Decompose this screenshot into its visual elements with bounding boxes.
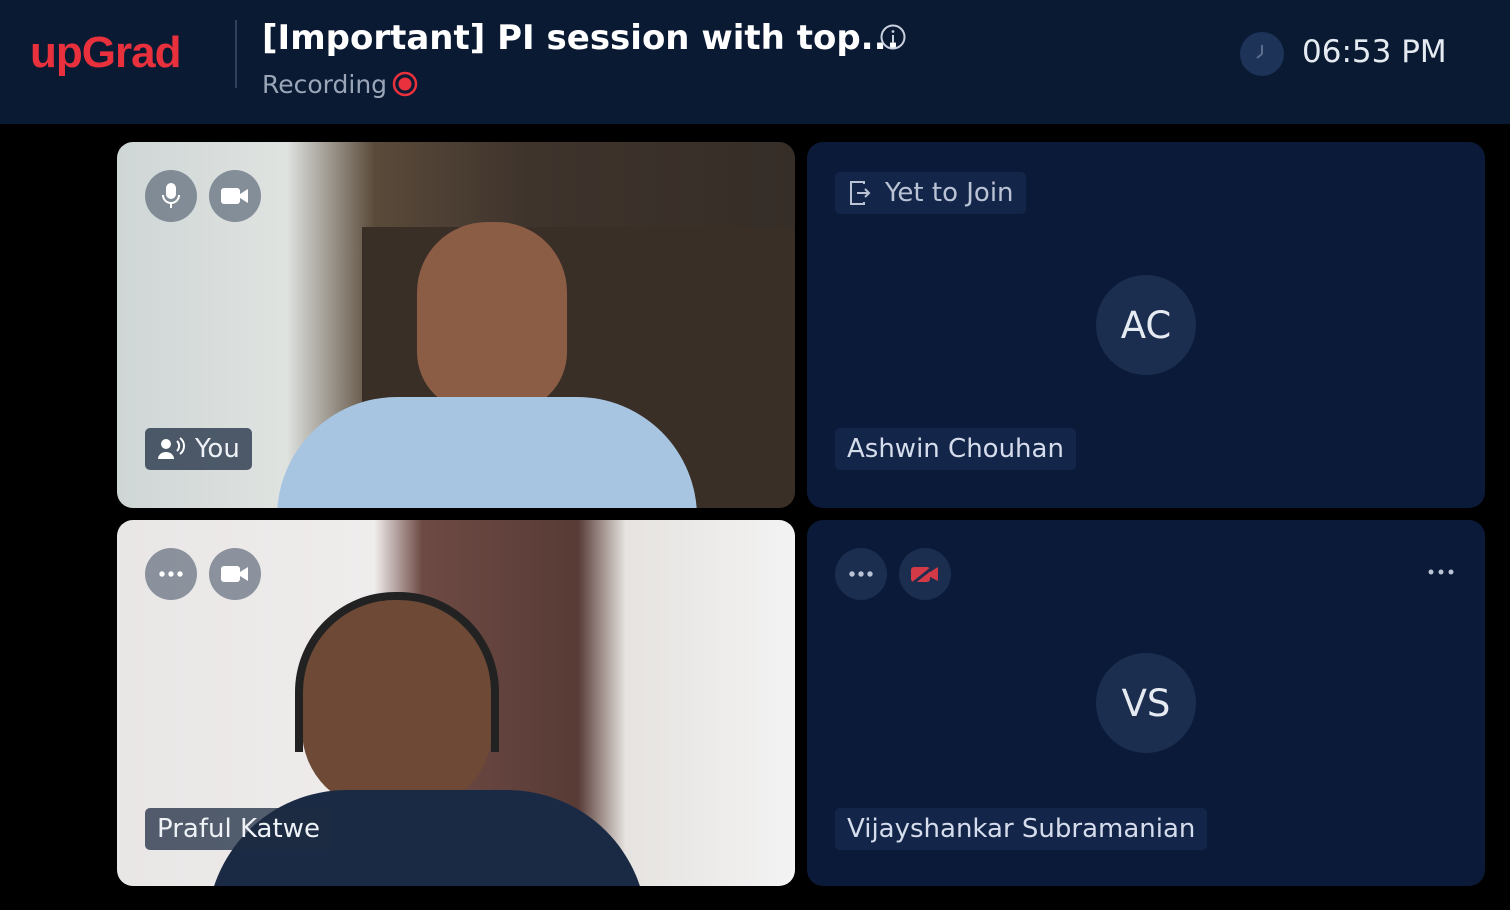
yet-to-join-badge: Yet to Join <box>835 172 1026 214</box>
top-bar: upGrad [Important] PI session with top..… <box>0 0 1510 124</box>
more-options-button[interactable] <box>835 548 887 600</box>
camera-off-icon <box>911 562 938 586</box>
clock-icon <box>1240 32 1284 76</box>
header-divider <box>235 20 237 88</box>
participant-name-vijayshankar: Vijayshankar Subramanian <box>835 808 1208 850</box>
info-icon[interactable] <box>880 24 906 50</box>
mic-button[interactable] <box>145 170 197 222</box>
yet-to-join-label: Yet to Join <box>885 178 1014 208</box>
participant-shirt <box>277 397 697 508</box>
participant-name-you: You <box>195 434 240 464</box>
participant-name-ashwin: Ashwin Chouhan <box>835 428 1076 470</box>
camera-off-button[interactable] <box>899 548 951 600</box>
participant-tile-ashwin[interactable]: Yet to Join AC Ashwin Chouhan <box>807 142 1485 508</box>
current-time: 06:53 PM <box>1302 34 1447 70</box>
recording-label: Recording <box>262 70 388 99</box>
camera-button[interactable] <box>209 548 261 600</box>
session-title: [Important] PI session with top... <box>262 18 900 58</box>
participant-tile-praful[interactable]: Praful Katwe <box>117 520 795 886</box>
tile-menu-icon[interactable] <box>1427 550 1455 583</box>
more-icon <box>159 571 183 577</box>
upgrad-logo: upGrad <box>30 28 181 77</box>
mic-icon <box>162 183 180 208</box>
participant-name-praful: Praful Katwe <box>145 808 332 850</box>
participant-tile-you[interactable]: You <box>117 142 795 508</box>
headset <box>295 592 499 752</box>
camera-icon <box>221 188 248 204</box>
camera-button[interactable] <box>209 170 261 222</box>
participant-tile-vijayshankar[interactable]: VS Vijayshankar Subramanian <box>807 520 1485 886</box>
participant-video-figure <box>417 222 567 412</box>
more-options-button[interactable] <box>145 548 197 600</box>
join-door-icon <box>850 181 871 205</box>
more-icon <box>849 571 873 577</box>
recording-dot-icon <box>392 71 418 97</box>
camera-icon <box>221 566 248 582</box>
speaker-icon <box>158 437 185 459</box>
avatar: AC <box>1096 275 1196 375</box>
avatar: VS <box>1096 653 1196 753</box>
participant-name-tag: You <box>145 428 252 470</box>
